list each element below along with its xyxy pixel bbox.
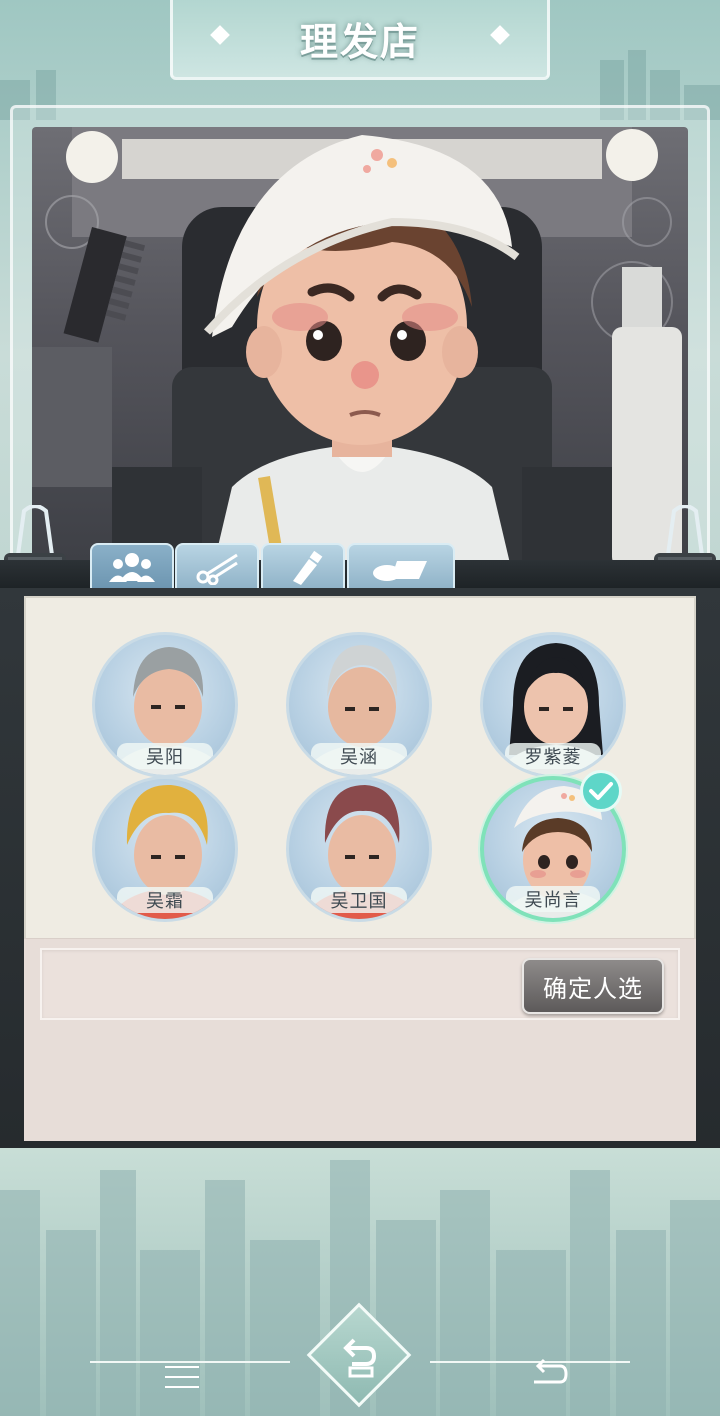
character-name: 罗紫菱 — [524, 747, 582, 768]
people-icon — [109, 552, 155, 582]
character-name: 吴涵 — [340, 747, 378, 768]
character-card[interactable]: 吴涵 — [286, 632, 432, 778]
character-card[interactable]: 罗紫菱 — [480, 632, 626, 778]
character-card[interactable]: 吴卫国 — [286, 776, 432, 922]
eraser-icon — [373, 560, 427, 581]
character-card[interactable]: 吴阳 — [92, 632, 238, 778]
character-name: 吴阳 — [146, 747, 184, 768]
character-name: 吴尚言 — [524, 890, 582, 911]
tab-dye[interactable] — [261, 543, 345, 590]
checkmark-icon — [580, 770, 622, 812]
scissors-icon — [196, 553, 238, 585]
character-name: 吴霜 — [146, 891, 184, 912]
character-card[interactable]: 吴霜 — [92, 776, 238, 922]
diamond-ornament-icon — [210, 25, 230, 45]
tab-characters[interactable] — [90, 543, 174, 590]
page-title: 理发店 — [299, 20, 420, 64]
diamond-ornament-icon — [490, 25, 510, 45]
dye-bottle-icon — [293, 550, 323, 585]
character-name: 吴卫国 — [330, 891, 388, 912]
back-button[interactable] — [306, 1302, 412, 1408]
character-portrait — [32, 127, 688, 572]
confirm-selection-button[interactable]: 确定人选 — [522, 958, 664, 1014]
tab-eraser[interactable] — [347, 543, 455, 590]
return-icon[interactable] — [530, 1358, 570, 1390]
tab-haircut[interactable] — [175, 543, 259, 590]
menu-icon[interactable] — [165, 1364, 199, 1390]
title-plaque: 理发店 — [170, 0, 550, 80]
